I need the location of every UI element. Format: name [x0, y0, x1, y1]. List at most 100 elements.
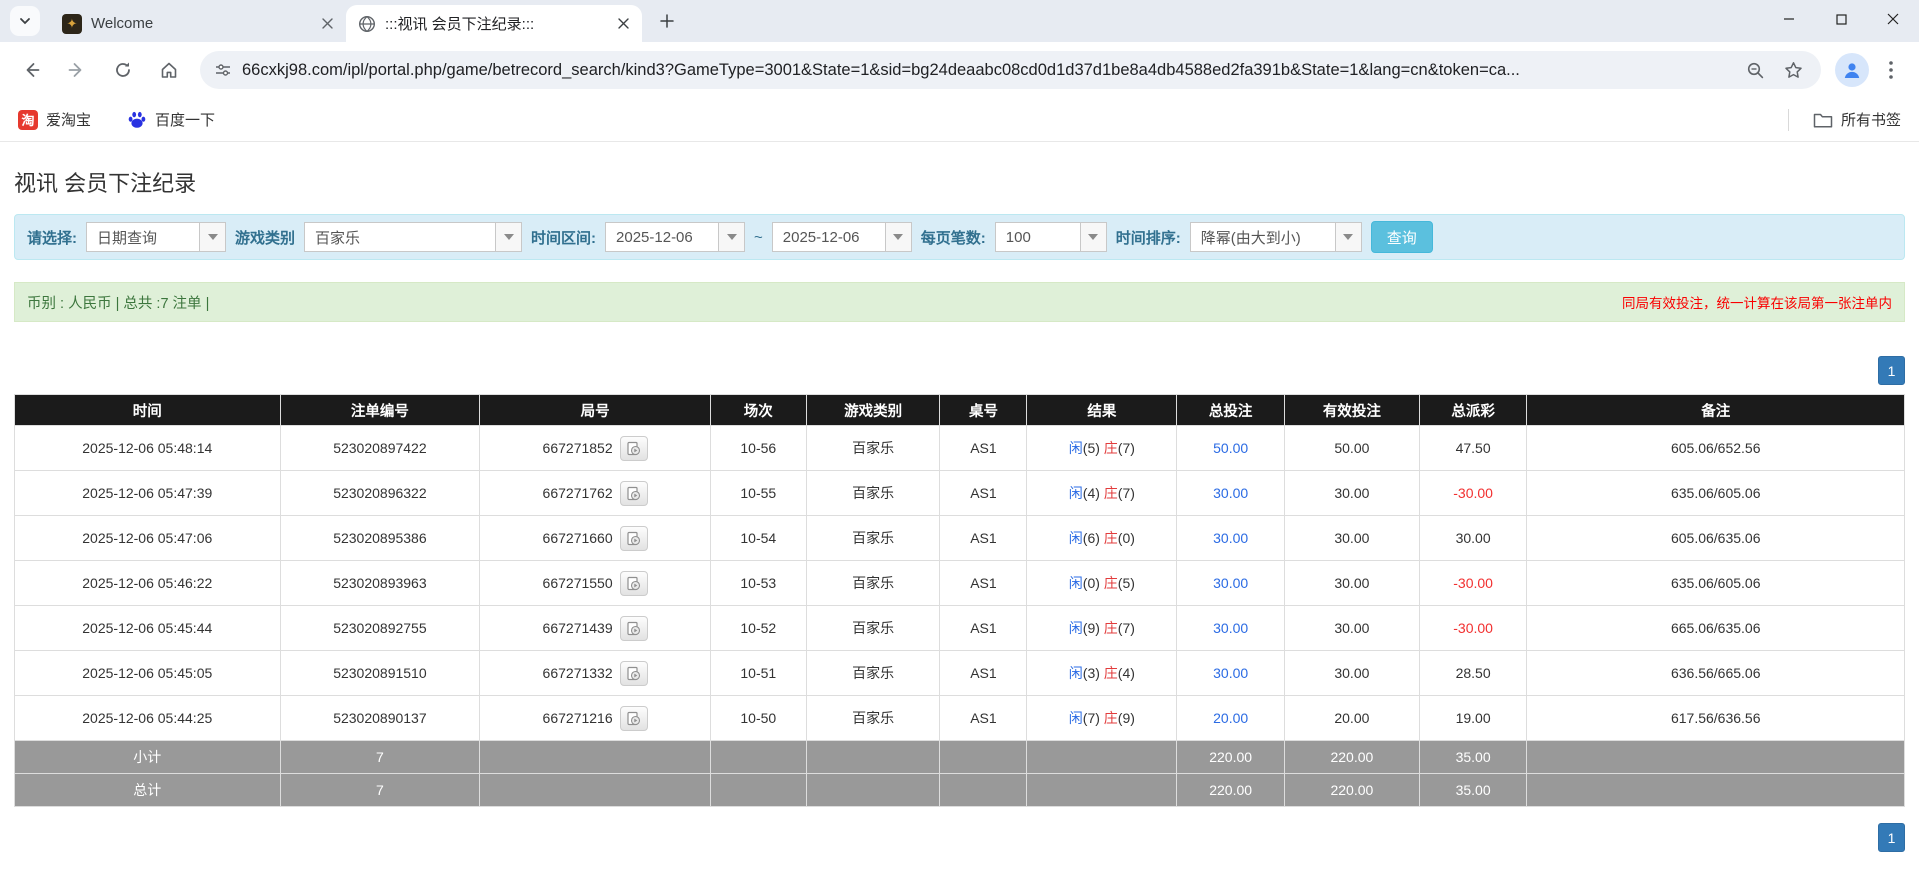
banker-score: (0): [1117, 530, 1135, 546]
search-button[interactable]: 查询: [1370, 221, 1433, 253]
video-replay-button[interactable]: [619, 570, 648, 596]
video-replay-button[interactable]: [619, 525, 648, 551]
query-type-select[interactable]: 日期查询: [86, 222, 226, 252]
total-bet-link[interactable]: 50.00: [1213, 440, 1248, 456]
note-cell: 617.56/636.56: [1526, 695, 1905, 741]
video-replay-button[interactable]: [619, 435, 648, 461]
round-number: 667271660: [542, 530, 613, 546]
total-bet-link[interactable]: 20.00: [1213, 710, 1248, 726]
welcome-favicon-icon: ✦: [62, 13, 82, 34]
video-replay-button[interactable]: [619, 615, 648, 641]
column-header: 时间: [14, 394, 281, 426]
sum-payout-cell: 35.00: [1418, 773, 1528, 807]
page-1-button[interactable]: 1: [1878, 823, 1905, 852]
zoom-button[interactable]: [1741, 56, 1769, 84]
total-bet-link[interactable]: 30.00: [1213, 575, 1248, 591]
close-window-button[interactable]: [1867, 0, 1919, 38]
sum-count-cell: 7: [279, 740, 481, 774]
total-bet-link[interactable]: 30.00: [1213, 485, 1248, 501]
sort-select[interactable]: 降幂(由大到小): [1189, 222, 1362, 252]
page-content: 视讯 会员下注纪录 请选择: 日期查询 游戏类别 百家乐 时间区间: 2025-…: [0, 166, 1919, 852]
banker-result: 庄: [1103, 710, 1118, 726]
video-icon: [627, 666, 641, 680]
round-number: 667271550: [542, 575, 613, 591]
bookmark-label: 爱淘宝: [46, 112, 92, 129]
valid-bet-cell: 30.00: [1284, 650, 1420, 696]
note-cell: 636.56/665.06: [1526, 650, 1905, 696]
total-bet-cell: 50.00: [1176, 425, 1286, 471]
home-button[interactable]: [148, 49, 190, 91]
tab-search-button[interactable]: [10, 6, 40, 36]
sum-valid-bet-cell: 220.00: [1284, 773, 1420, 807]
page-1-button[interactable]: 1: [1878, 356, 1905, 385]
date-to-select[interactable]: 2025-12-06: [771, 222, 912, 252]
forward-button[interactable]: [56, 49, 98, 91]
all-bookmarks-button[interactable]: 所有书签: [1813, 109, 1901, 130]
bet-record-row: 2025-12-06 05:47:06 523020895386 667271660…: [14, 515, 1905, 561]
total-bet-link[interactable]: 30.00: [1213, 665, 1248, 681]
maximize-button[interactable]: [1815, 0, 1867, 38]
sum-total-bet-cell: 220.00: [1176, 740, 1286, 774]
close-icon: [1887, 13, 1899, 25]
valid-bet-cell: 30.00: [1284, 470, 1420, 516]
table-no-cell: AS1: [939, 515, 1028, 561]
forward-icon: [68, 63, 82, 77]
summary-note: 同局有效投注，统一计算在该局第一张注单内: [1622, 296, 1892, 311]
star-icon: [1784, 61, 1802, 78]
pagination-top: 1: [14, 356, 1905, 385]
bookmark-baidu[interactable]: 百度一下: [127, 109, 215, 130]
empty-cell: [939, 773, 1028, 807]
banker-score: (7): [1117, 620, 1135, 636]
back-button[interactable]: [10, 49, 52, 91]
bookmark-star-button[interactable]: [1779, 56, 1807, 84]
session-cell: 10-51: [709, 650, 807, 696]
result-cell: 闲(4) 庄(7): [1026, 470, 1178, 516]
url-text[interactable]: 66cxkj98.com/ipl/portal.php/game/betreco…: [242, 61, 1731, 80]
player-score: (4): [1082, 485, 1100, 501]
total-bet-link[interactable]: 30.00: [1213, 620, 1248, 636]
result-cell: 闲(9) 庄(7): [1026, 605, 1178, 651]
tab-close-icon[interactable]: [316, 13, 338, 35]
video-replay-button[interactable]: [619, 480, 648, 506]
folder-icon: [1813, 113, 1833, 127]
site-info-icon[interactable]: [214, 61, 232, 79]
address-bar[interactable]: 66cxkj98.com/ipl/portal.php/game/betreco…: [200, 51, 1821, 89]
bet-id-cell: 523020896322: [279, 470, 481, 516]
tab-title: Welcome: [91, 15, 154, 32]
video-replay-button[interactable]: [619, 660, 648, 686]
new-tab-button[interactable]: [652, 6, 682, 36]
profile-avatar[interactable]: [1835, 53, 1869, 87]
result-cell: 闲(5) 庄(7): [1026, 425, 1178, 471]
video-replay-button[interactable]: [619, 705, 648, 731]
tab-betrecord[interactable]: :::视讯 会员下注纪录:::: [346, 5, 642, 42]
bet-id-cell: 523020893963: [279, 560, 481, 606]
player-result: 闲: [1068, 665, 1083, 681]
table-no-cell: AS1: [939, 695, 1028, 741]
sum-label-cell: 总计: [14, 773, 281, 807]
banker-score: (5): [1117, 575, 1135, 591]
page-size-select[interactable]: 100: [994, 222, 1107, 252]
round-number: 667271216: [542, 710, 613, 726]
game-type-cell: 百家乐: [805, 515, 941, 561]
empty-cell: [1026, 740, 1178, 774]
reload-button[interactable]: [102, 49, 144, 91]
game-type-cell: 百家乐: [805, 470, 941, 516]
session-cell: 10-54: [709, 515, 807, 561]
valid-bet-cell: 20.00: [1284, 695, 1420, 741]
game-type-select[interactable]: 百家乐: [304, 222, 523, 252]
round-number: 667271439: [542, 620, 613, 636]
bet-time-cell: 2025-12-06 05:47:39: [14, 470, 281, 516]
tab-welcome[interactable]: ✦ Welcome: [50, 5, 346, 42]
player-result: 闲: [1068, 530, 1083, 546]
banker-result: 庄: [1103, 665, 1118, 681]
video-icon: [627, 621, 641, 635]
browser-menu-button[interactable]: [1873, 52, 1909, 88]
total-bet-link[interactable]: 30.00: [1213, 530, 1248, 546]
bookmark-taobao[interactable]: 淘 爱淘宝: [18, 109, 91, 130]
date-from-select[interactable]: 2025-12-06: [605, 222, 746, 252]
minimize-button[interactable]: [1763, 0, 1815, 38]
total-bet-cell: 20.00: [1176, 695, 1286, 741]
tab-close-icon[interactable]: [612, 13, 634, 35]
bet-time-cell: 2025-12-06 05:45:44: [14, 605, 281, 651]
round-wrap: 667271332: [543, 660, 648, 686]
